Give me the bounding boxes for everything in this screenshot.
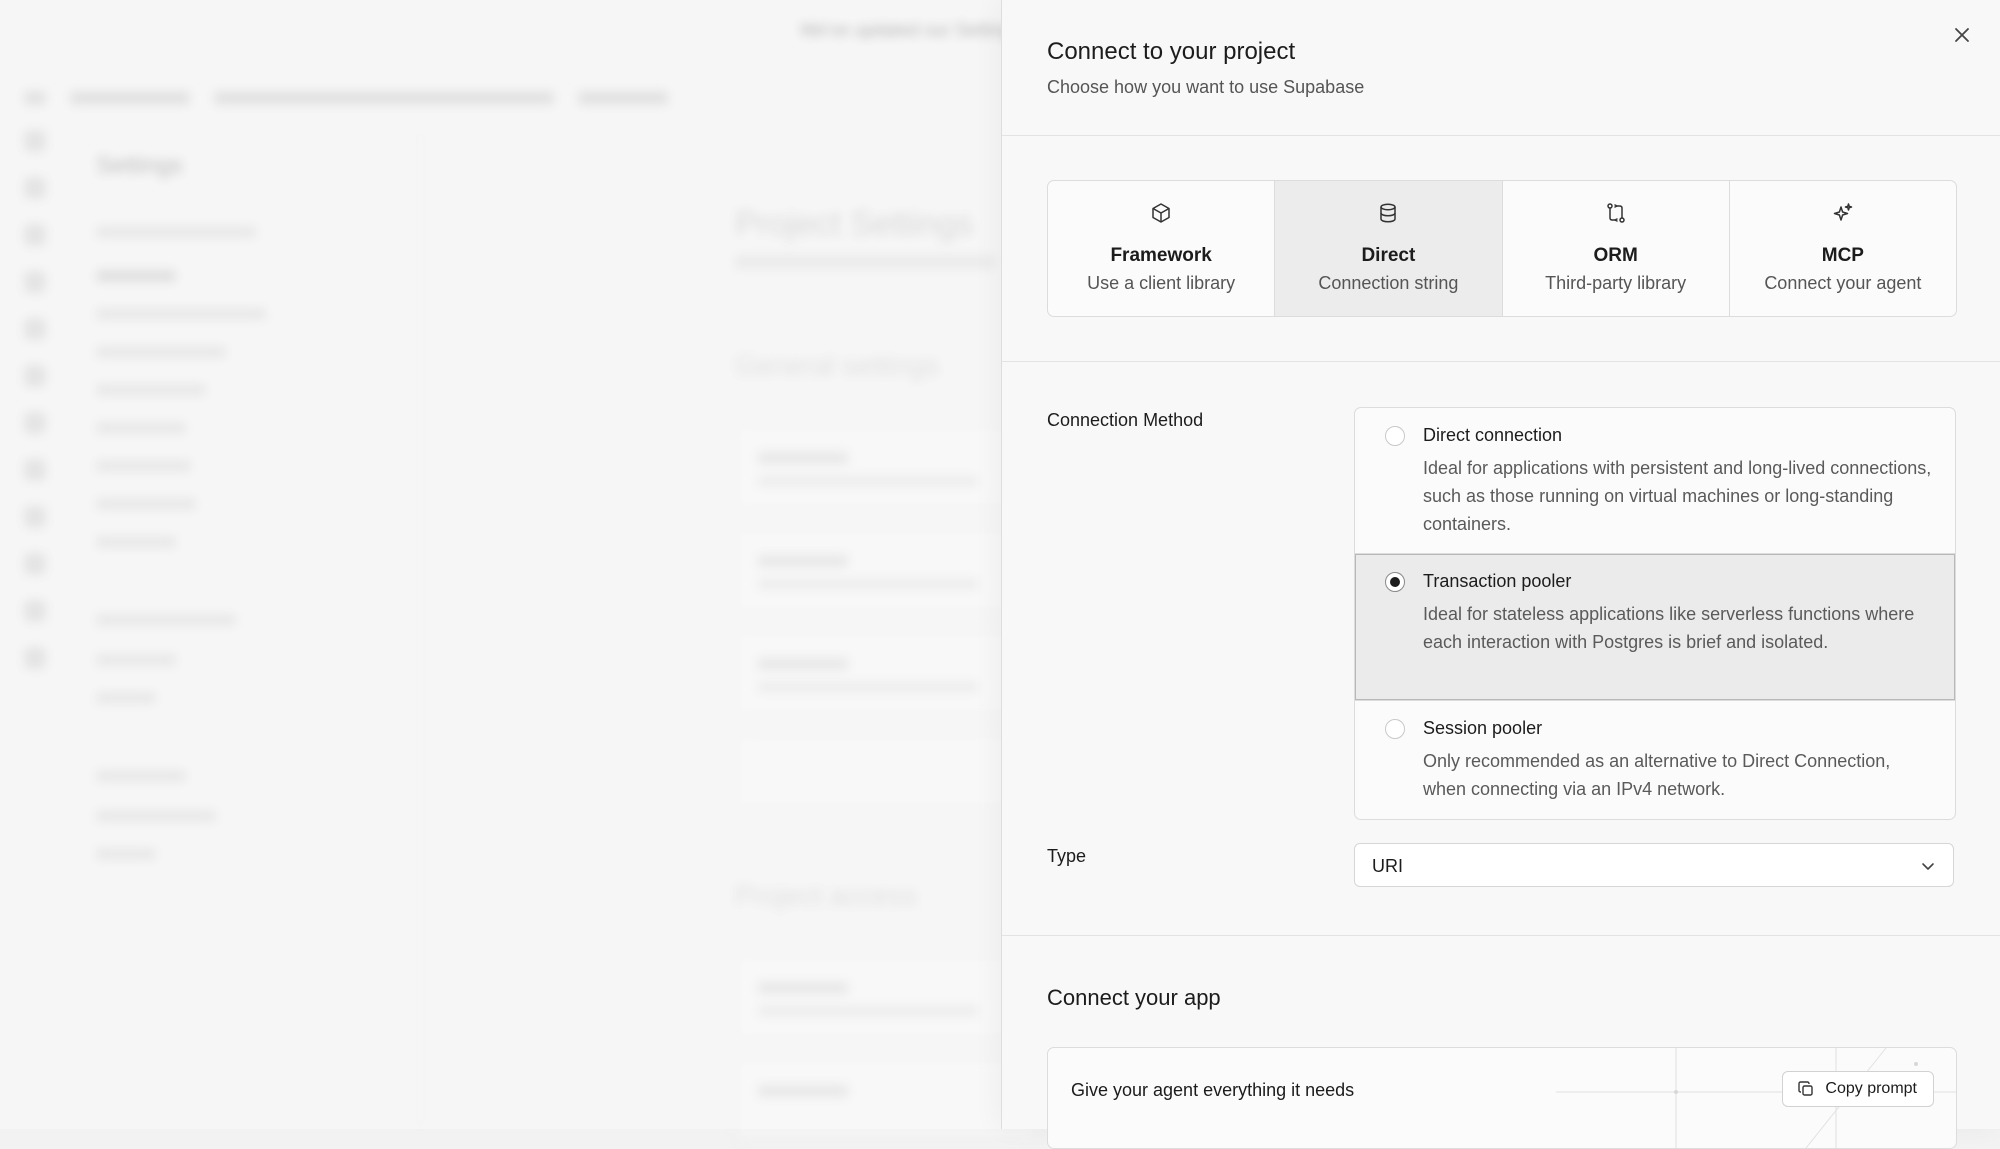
radio-button[interactable] [1385,426,1405,446]
tab-orm[interactable]: ORM Third-party library [1503,181,1730,316]
tab-label: ORM [1593,245,1638,266]
panel-title: Connect to your project [1047,38,1296,65]
tab-description: Connection string [1318,273,1459,293]
radio-button[interactable] [1385,572,1405,592]
tab-description: Connect your agent [1764,273,1922,293]
option-description: Ideal for applications with persistent a… [1423,458,1932,534]
option-description: Ideal for stateless applications like se… [1423,604,1915,652]
copy-prompt-label: Copy prompt [1825,1080,1917,1097]
type-label: Type [1047,846,1087,866]
tab-description: Third-party library [1545,273,1687,293]
connection-method-radio-group: Direct connection Ideal for applications… [1354,407,1956,820]
type-select-value: URI [1372,856,1403,876]
copy-prompt-button[interactable]: Copy prompt [1782,1071,1934,1107]
type-select[interactable]: URI [1354,843,1954,887]
connection-type-section: Framework Use a client library Direct Co… [1002,136,2000,362]
tab-direct[interactable]: Direct Connection string [1275,181,1503,316]
tab-framework[interactable]: Framework Use a client library [1048,181,1276,316]
option-title: Direct connection [1423,425,1563,445]
radio-session-pooler[interactable]: Session pooler Only recommended as an al… [1355,701,1955,819]
tab-label: Framework [1110,245,1212,266]
cube-icon [1149,201,1173,225]
radio-button[interactable] [1385,719,1405,739]
chevron-down-icon [1919,857,1937,875]
database-icon [1376,201,1400,225]
sparkles-icon [1831,201,1855,225]
connect-app-title: Connect your app [1047,985,1221,1010]
tab-description: Use a client library [1087,273,1236,293]
connection-method-label: Connection Method [1047,410,1204,430]
option-title: Transaction pooler [1423,571,1572,591]
panel-header: Connect to your project Choose how you w… [1002,0,2000,136]
copy-icon [1797,1080,1815,1098]
agent-prompt-text: Give your agent everything it needs [1071,1080,1355,1100]
connection-type-tabs: Framework Use a client library Direct Co… [1047,180,1957,317]
option-description: Only recommended as an alternative to Di… [1423,751,1891,799]
tab-label: MCP [1821,245,1864,266]
radio-transaction-pooler[interactable]: Transaction pooler Ideal for stateless a… [1355,554,1955,701]
panel-subtitle: Choose how you want to use Supabase [1047,77,1365,97]
radio-direct-connection[interactable]: Direct connection Ideal for applications… [1355,408,1955,554]
option-title: Session pooler [1423,718,1543,738]
agent-prompt-card: Give your agent everything it needs Copy… [1047,1047,1957,1149]
close-icon[interactable] [1949,22,1975,48]
tab-label: Direct [1361,245,1416,266]
connect-panel: Connect to your project Choose how you w… [1001,0,2000,1149]
tab-mcp[interactable]: MCP Connect your agent [1730,181,1956,316]
orm-icon [1604,201,1628,225]
connection-settings-section: Connection Method Direct connection Idea… [1002,362,2000,936]
